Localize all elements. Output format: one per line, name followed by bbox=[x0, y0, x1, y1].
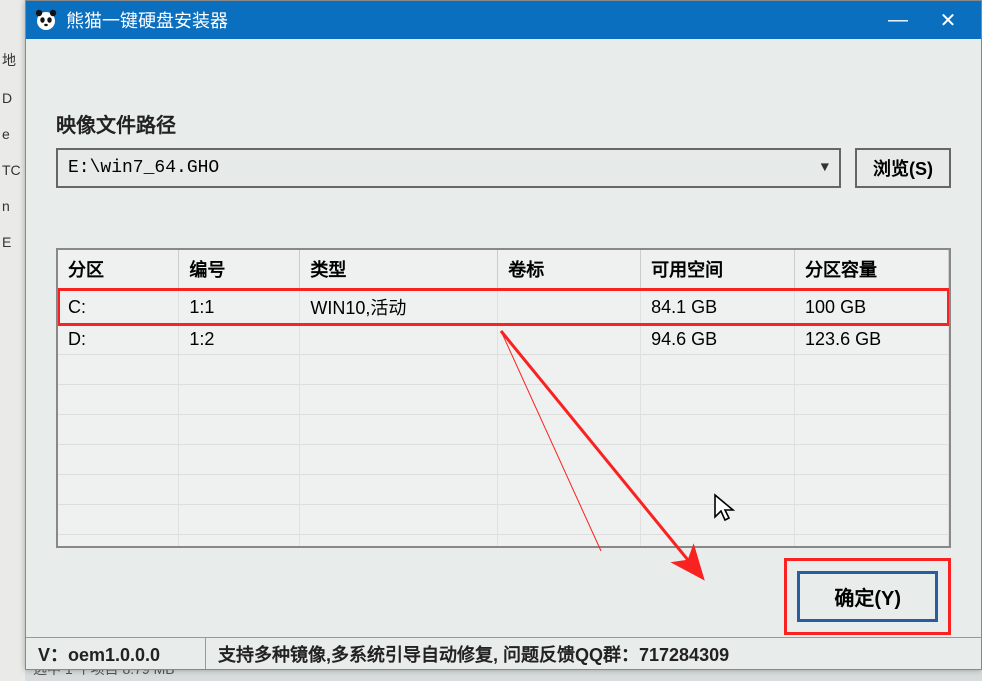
cell-capacity: 123.6 GB bbox=[795, 325, 949, 355]
table-row[interactable]: D:1:2 94.6 GB123.6 GB bbox=[58, 325, 949, 355]
table-row[interactable]: C:1:1WIN10,活动 84.1 GB100 GB bbox=[58, 289, 949, 325]
status-info: 支持多种镜像,多系统引导自动修复, 问题反馈QQ群：717284309 bbox=[206, 641, 981, 667]
header-free[interactable]: 可用空间 bbox=[641, 250, 795, 289]
header-capacity[interactable]: 分区容量 bbox=[795, 250, 949, 289]
cell-number: 1:2 bbox=[179, 325, 300, 355]
header-partition[interactable]: 分区 bbox=[58, 250, 179, 289]
image-path-dropdown[interactable]: E:\win7_64.GHO ▼ bbox=[56, 148, 841, 188]
cell-type bbox=[300, 325, 498, 355]
table-row-empty bbox=[58, 505, 949, 535]
background-sidebar: 地 D e TC n E bbox=[0, 0, 25, 681]
image-path-value: E:\win7_64.GHO bbox=[68, 158, 219, 178]
cell-partition: D: bbox=[58, 325, 179, 355]
ok-button[interactable]: 确定(Y) bbox=[797, 571, 938, 622]
installer-window: 熊猫一键硬盘安装器 — ✕ 映像文件路径 E:\win7_64.GHO ▼ 浏览… bbox=[25, 0, 982, 670]
cell-number: 1:1 bbox=[179, 289, 300, 325]
header-number[interactable]: 编号 bbox=[179, 250, 300, 289]
browse-button[interactable]: 浏览(S) bbox=[855, 148, 951, 188]
table-row-empty bbox=[58, 355, 949, 385]
panda-icon bbox=[34, 8, 58, 32]
table-row-empty bbox=[58, 415, 949, 445]
table-header-row: 分区 编号 类型 卷标 可用空间 分区容量 bbox=[58, 250, 949, 289]
cell-free: 84.1 GB bbox=[641, 289, 795, 325]
header-volume[interactable]: 卷标 bbox=[498, 250, 641, 289]
cell-capacity: 100 GB bbox=[795, 289, 949, 325]
table-row-empty bbox=[58, 475, 949, 505]
image-path-label: 映像文件路径 bbox=[56, 109, 951, 138]
client-area: 映像文件路径 E:\win7_64.GHO ▼ 浏览(S) 分区 编号 类型 bbox=[26, 39, 981, 655]
table-row-empty bbox=[58, 535, 949, 549]
header-type[interactable]: 类型 bbox=[300, 250, 498, 289]
window-title: 熊猫一键硬盘安装器 bbox=[66, 7, 873, 33]
cell-volume bbox=[498, 325, 641, 355]
statusbar: V：oem1.0.0.0 支持多种镜像,多系统引导自动修复, 问题反馈QQ群：7… bbox=[26, 637, 981, 669]
minimize-button[interactable]: — bbox=[873, 1, 923, 39]
version-label: V：oem1.0.0.0 bbox=[26, 638, 206, 669]
table-row-empty bbox=[58, 445, 949, 475]
chevron-down-icon: ▼ bbox=[821, 160, 829, 176]
close-button[interactable]: ✕ bbox=[923, 1, 973, 39]
cell-volume bbox=[498, 289, 641, 325]
cell-partition: C: bbox=[58, 289, 179, 325]
titlebar[interactable]: 熊猫一键硬盘安装器 — ✕ bbox=[26, 1, 981, 39]
partition-table[interactable]: 分区 编号 类型 卷标 可用空间 分区容量 C:1:1WIN10,活动 84.1 … bbox=[56, 248, 951, 548]
table-row-empty bbox=[58, 385, 949, 415]
cell-free: 94.6 GB bbox=[641, 325, 795, 355]
ok-highlight-box: 确定(Y) bbox=[784, 558, 951, 635]
cell-type: WIN10,活动 bbox=[300, 289, 498, 325]
